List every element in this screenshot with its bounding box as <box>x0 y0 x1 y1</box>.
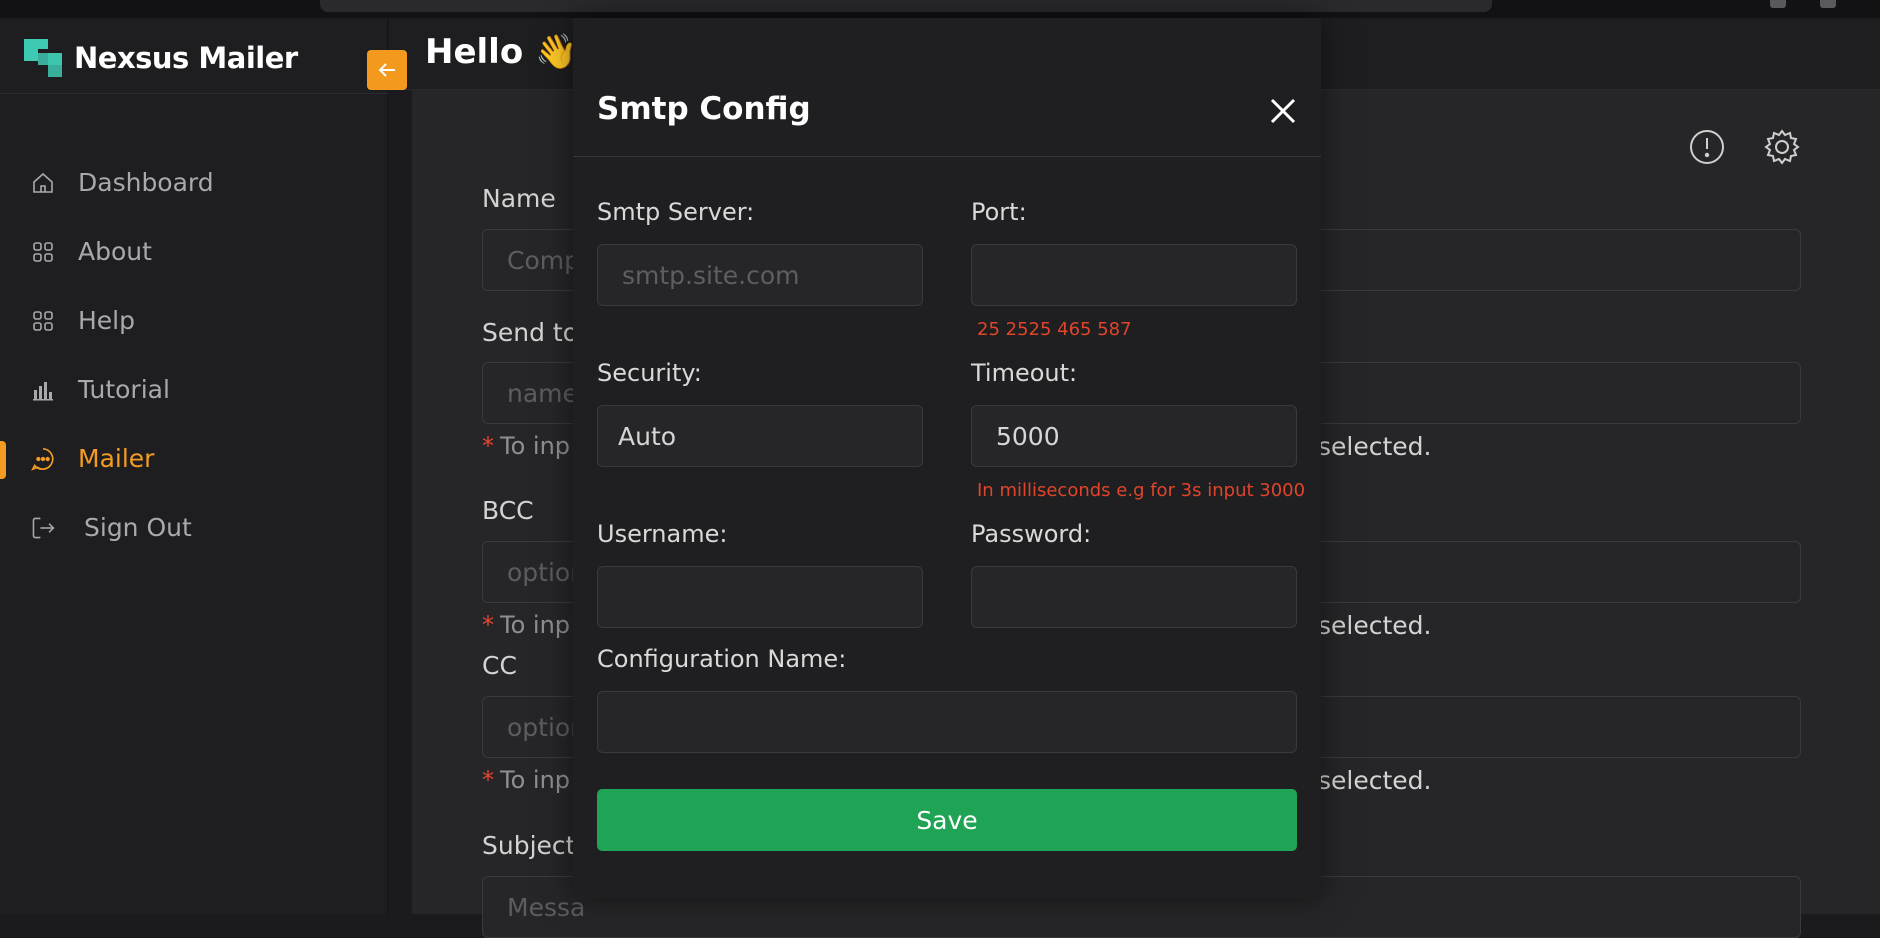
username-label: Username: <box>597 520 728 548</box>
bcc-hint: * To inp <box>482 611 571 639</box>
sidebar-item-label: Sign Out <box>84 513 192 542</box>
send-to-label: Send to <box>482 318 579 347</box>
page-greeting: Hello 👋 <box>425 32 578 72</box>
browser-toolbar <box>0 0 1880 18</box>
config-name-input[interactable] <box>597 691 1297 753</box>
brand-name: Nexsus Mailer <box>74 41 298 75</box>
address-bar[interactable] <box>320 0 1492 12</box>
info-icon[interactable] <box>1688 128 1726 166</box>
username-input[interactable] <box>597 566 923 628</box>
smtp-config-modal: Smtp Config Smtp Server: smtp.site.com P… <box>573 18 1321 898</box>
chart-icon <box>30 377 56 403</box>
sidebar-nav: Dashboard About Help Tutorial Mailer Sig… <box>0 148 388 562</box>
send-to-hint: * To inp <box>482 432 571 460</box>
brand[interactable]: Nexsus Mailer <box>24 38 298 78</box>
security-label: Security: <box>597 359 702 387</box>
smtp-server-label: Smtp Server: <box>597 198 755 226</box>
cc-label: CC <box>482 651 517 680</box>
brand-logo-icon <box>24 39 62 77</box>
collapse-sidebar-button[interactable] <box>367 50 407 90</box>
password-label: Password: <box>971 520 1092 548</box>
cc-hint: * To inp <box>482 766 571 794</box>
config-name-label: Configuration Name: <box>597 645 847 673</box>
divider <box>0 93 388 94</box>
password-input[interactable] <box>971 566 1297 628</box>
sidebar-item-mailer[interactable]: Mailer <box>0 424 388 493</box>
active-indicator <box>0 441 6 479</box>
sidebar: Nexsus Mailer Dashboard About Help Tutor… <box>0 18 388 914</box>
smtp-server-input[interactable]: smtp.site.com <box>597 244 923 306</box>
sidebar-item-sign-out[interactable]: Sign Out <box>0 493 388 562</box>
port-input[interactable] <box>971 244 1297 306</box>
grid-icon <box>30 308 56 334</box>
timeout-hint: In milliseconds e.g for 3s input 3000 <box>977 480 1306 501</box>
browser-extension-icon[interactable] <box>1770 0 1786 8</box>
arrow-left-icon <box>378 63 395 77</box>
sidebar-item-label: Mailer <box>78 444 155 473</box>
bcc-hint-suffix: selected. <box>1318 611 1432 640</box>
close-icon[interactable] <box>1266 94 1300 128</box>
sidebar-item-tutorial[interactable]: Tutorial <box>0 355 388 424</box>
sign-out-icon <box>30 515 56 541</box>
sidebar-item-label: Dashboard <box>78 168 214 197</box>
cc-hint-suffix: selected. <box>1318 766 1432 795</box>
port-hint: 25 2525 465 587 <box>977 319 1132 340</box>
browser-menu-icon[interactable] <box>1820 0 1836 8</box>
subject-label: Subject <box>482 831 576 860</box>
sidebar-item-about[interactable]: About <box>0 217 388 286</box>
settings-gear-icon[interactable] <box>1763 128 1801 166</box>
name-label: Name <box>482 184 556 213</box>
sidebar-item-label: Help <box>78 306 135 335</box>
chat-icon <box>30 446 56 472</box>
grid-icon <box>30 239 56 265</box>
sidebar-item-dashboard[interactable]: Dashboard <box>0 148 388 217</box>
security-select[interactable]: Auto <box>597 405 923 467</box>
sidebar-item-label: Tutorial <box>78 375 170 404</box>
sidebar-item-help[interactable]: Help <box>0 286 388 355</box>
modal-title: Smtp Config <box>597 91 811 127</box>
timeout-label: Timeout: <box>971 359 1078 387</box>
modal-header: Smtp Config <box>573 18 1321 157</box>
save-button[interactable]: Save <box>597 789 1297 851</box>
sidebar-item-label: About <box>78 237 152 266</box>
home-icon <box>30 170 56 196</box>
bcc-label: BCC <box>482 496 534 525</box>
timeout-input[interactable]: 5000 <box>971 405 1297 467</box>
port-label: Port: <box>971 198 1027 226</box>
send-to-hint-suffix: selected. <box>1318 432 1432 461</box>
